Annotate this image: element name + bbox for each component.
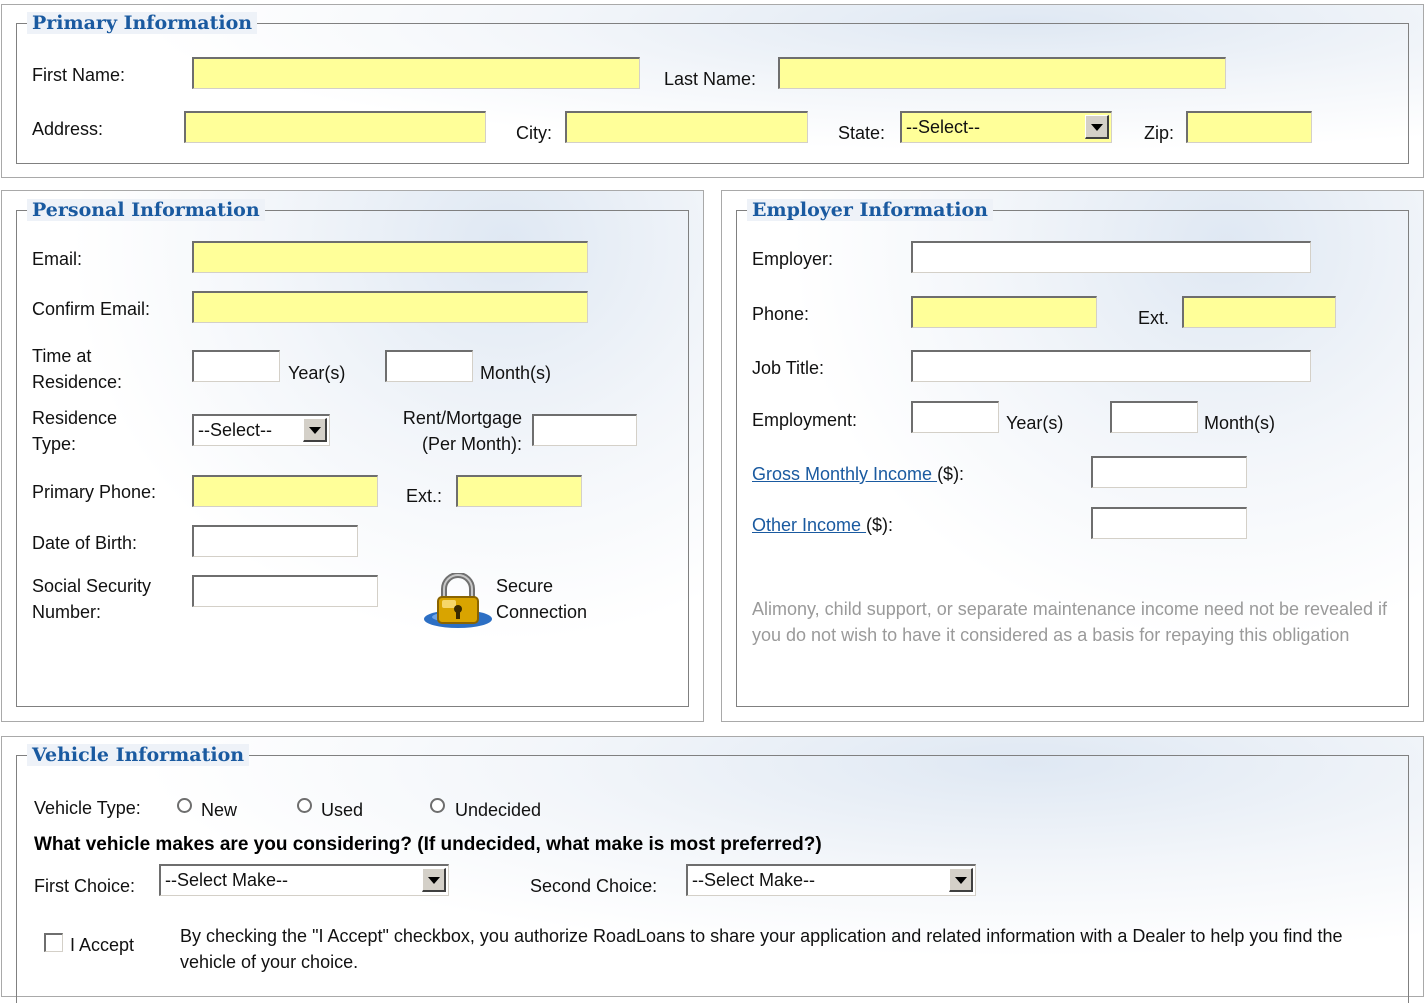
accept-checkbox[interactable] (44, 933, 63, 952)
confirm-email-label: Confirm Email: (32, 299, 151, 319)
employer-ext-label: Ext. (1138, 308, 1170, 328)
chevron-down-icon[interactable] (1085, 115, 1109, 139)
employment-years-input[interactable] (911, 401, 999, 433)
other-income-unit: ($): (866, 515, 894, 535)
zip-label: Zip: (1144, 123, 1175, 143)
personal-information-legend: Personal Information (27, 199, 265, 221)
first-choice-label: First Choice: (34, 876, 136, 896)
employer-phone-input[interactable] (911, 296, 1097, 328)
secure-connection-label: Secure Connection (496, 576, 588, 622)
email-label: Email: (32, 249, 83, 269)
time-at-residence-label: Time at Residence: (32, 346, 123, 392)
personal-information-fieldset: Personal Information (16, 199, 689, 707)
employer-ext-input[interactable] (1182, 296, 1336, 328)
income-disclosure-note: Alimony, child support, or separate main… (752, 599, 1388, 645)
employer-label: Employer: (752, 249, 834, 269)
address-input[interactable] (184, 111, 486, 143)
state-select[interactable]: --Select-- (900, 111, 1112, 143)
other-income-link[interactable]: Other Income (752, 515, 866, 535)
other-income-input[interactable] (1091, 507, 1247, 539)
rent-mortgage-label: Rent/Mortgage (Per Month): (402, 408, 522, 454)
chevron-down-icon[interactable] (303, 418, 327, 442)
primary-phone-input[interactable] (192, 475, 378, 507)
first-name-label: First Name: (32, 65, 126, 85)
confirm-email-input[interactable] (192, 291, 588, 323)
job-title-input[interactable] (911, 350, 1311, 382)
gross-income-input[interactable] (1091, 456, 1247, 488)
employment-months-input[interactable] (1110, 401, 1198, 433)
employer-information-panel: Employer Information Employer: Phone: Ex… (721, 190, 1424, 722)
vehicle-makes-question: What vehicle makes are you considering? … (34, 834, 822, 855)
gross-income-label: Gross Monthly Income ($): (752, 463, 964, 485)
date-of-birth-label: Date of Birth: (32, 533, 138, 553)
padlock-icon (424, 573, 492, 628)
accept-label: I Accept (70, 935, 135, 955)
other-income-label: Other Income ($): (752, 514, 893, 536)
zip-input[interactable] (1186, 111, 1312, 143)
gross-income-link[interactable]: Gross Monthly Income (752, 464, 937, 484)
primary-information-panel: Primary Information First Name: Last Nam… (1, 4, 1424, 178)
employer-input[interactable] (911, 241, 1311, 273)
vehicle-information-panel: Vehicle Information Vehicle Type: New Us… (1, 736, 1424, 1003)
state-select-value: --Select-- (906, 117, 981, 137)
email-input[interactable] (192, 241, 588, 273)
date-of-birth-input[interactable] (192, 525, 358, 557)
employer-information-legend: Employer Information (747, 199, 993, 221)
residence-years-label: Year(s) (288, 363, 346, 383)
second-choice-label: Second Choice: (530, 876, 658, 896)
first-choice-select[interactable]: --Select Make-- (159, 864, 449, 896)
vehicle-type-new-label: New (201, 800, 238, 820)
first-choice-value: --Select Make-- (165, 870, 289, 890)
second-choice-value: --Select Make-- (692, 870, 816, 890)
residence-type-label: Residence Type: (32, 408, 118, 454)
primary-information-legend: Primary Information (27, 12, 258, 34)
residence-type-select[interactable]: --Select-- (192, 414, 330, 446)
employment-months-label: Month(s) (1204, 413, 1276, 433)
vehicle-type-undecided-label: Undecided (455, 800, 542, 820)
phone-ext-input[interactable] (456, 475, 582, 507)
vehicle-type-undecided-radio[interactable] (430, 798, 445, 813)
accept-disclaimer: By checking the "I Accept" checkbox, you… (180, 926, 1343, 972)
last-name-label: Last Name: (664, 69, 757, 89)
rent-mortgage-input[interactable] (532, 414, 637, 446)
employer-phone-label: Phone: (752, 304, 810, 324)
employment-label: Employment: (752, 410, 858, 430)
address-label: Address: (32, 119, 104, 139)
residence-type-value: --Select-- (198, 420, 273, 440)
chevron-down-icon[interactable] (949, 868, 973, 892)
chevron-down-icon[interactable] (422, 868, 446, 892)
vehicle-type-used-radio[interactable] (297, 798, 312, 813)
second-choice-select[interactable]: --Select Make-- (686, 864, 976, 896)
phone-ext-label: Ext.: (406, 486, 443, 506)
first-name-input[interactable] (192, 57, 640, 89)
vehicle-type-used-label: Used (321, 800, 364, 820)
ssn-label: Social Security Number: (32, 576, 152, 622)
gross-income-unit: ($): (937, 464, 965, 484)
residence-months-label: Month(s) (480, 363, 552, 383)
personal-information-panel: Personal Information Email: Confirm Emai… (1, 190, 704, 722)
vehicle-information-legend: Vehicle Information (27, 744, 250, 766)
city-input[interactable] (565, 111, 808, 143)
job-title-label: Job Title: (752, 358, 825, 378)
ssn-input[interactable] (192, 575, 378, 607)
residence-months-input[interactable] (385, 350, 473, 382)
vehicle-type-new-radio[interactable] (177, 798, 192, 813)
residence-years-input[interactable] (192, 350, 280, 382)
employment-years-label: Year(s) (1006, 413, 1064, 433)
city-label: City: (516, 123, 552, 143)
state-label: State: (838, 123, 886, 143)
last-name-input[interactable] (778, 57, 1226, 89)
vehicle-type-label: Vehicle Type: (34, 798, 141, 818)
primary-phone-label: Primary Phone: (32, 482, 157, 502)
